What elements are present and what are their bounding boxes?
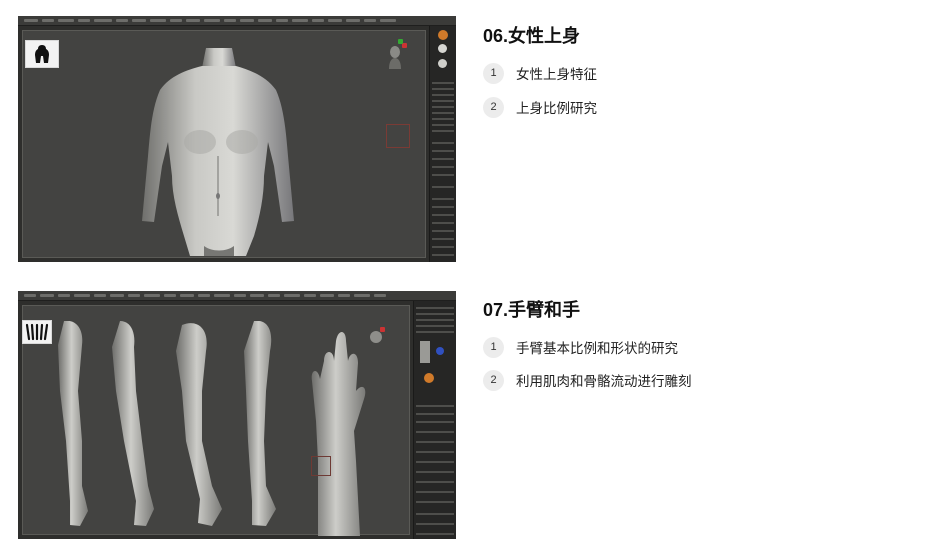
item-label: 手臂基本比例和形状的研究: [516, 341, 678, 357]
menu-bar: [18, 291, 456, 301]
item-number-badge: 1: [483, 62, 504, 84]
axis-x-icon: [402, 43, 407, 48]
section-title: 06.女性上身: [483, 26, 581, 46]
item-label: 上身比例研究: [516, 101, 597, 117]
menu-bar: [18, 16, 456, 26]
body-thumbnail: [25, 40, 59, 68]
arm-tool-thumb[interactable]: [420, 341, 430, 363]
list-item: 1 女性上身特征: [483, 62, 597, 84]
tool-palette[interactable]: [429, 26, 456, 262]
torso-sculpt-screenshot: [18, 16, 456, 262]
axis-y-icon: [398, 39, 403, 44]
list-item: 2 利用肌肉和骨骼流动进行雕刻: [483, 369, 692, 391]
item-label: 利用肌肉和骨骼流动进行雕刻: [516, 374, 692, 390]
blue-tool-icon[interactable]: [436, 347, 444, 355]
orange-tool-icon[interactable]: [438, 30, 448, 40]
course-section-07: 07.手臂和手 1 手臂基本比例和形状的研究 2 利用肌肉和骨骼流动进行雕刻: [0, 275, 930, 550]
brush-cursor: [386, 124, 410, 148]
section-title: 07.手臂和手: [483, 300, 581, 320]
material-icon[interactable]: [438, 59, 447, 68]
orange-tool-icon[interactable]: [424, 373, 434, 383]
tool-palette[interactable]: [413, 301, 456, 539]
course-section-06: 06.女性上身 1 女性上身特征 2 上身比例研究: [0, 0, 930, 275]
item-label: 女性上身特征: [516, 67, 597, 83]
axis-x-icon: [380, 327, 385, 332]
list-item: 1 手臂基本比例和形状的研究: [483, 336, 678, 358]
arms-thumbnail: [22, 320, 52, 344]
arm-models: [56, 320, 366, 539]
sphere-brush-icon[interactable]: [438, 44, 447, 53]
item-number-badge: 1: [483, 336, 504, 358]
item-number-badge: 2: [483, 96, 504, 118]
list-item: 2 上身比例研究: [483, 96, 597, 118]
female-torso-model: [134, 46, 304, 260]
arm-sculpt-screenshot: [18, 291, 456, 539]
brush-cursor: [311, 456, 331, 476]
item-number-badge: 2: [483, 369, 504, 391]
